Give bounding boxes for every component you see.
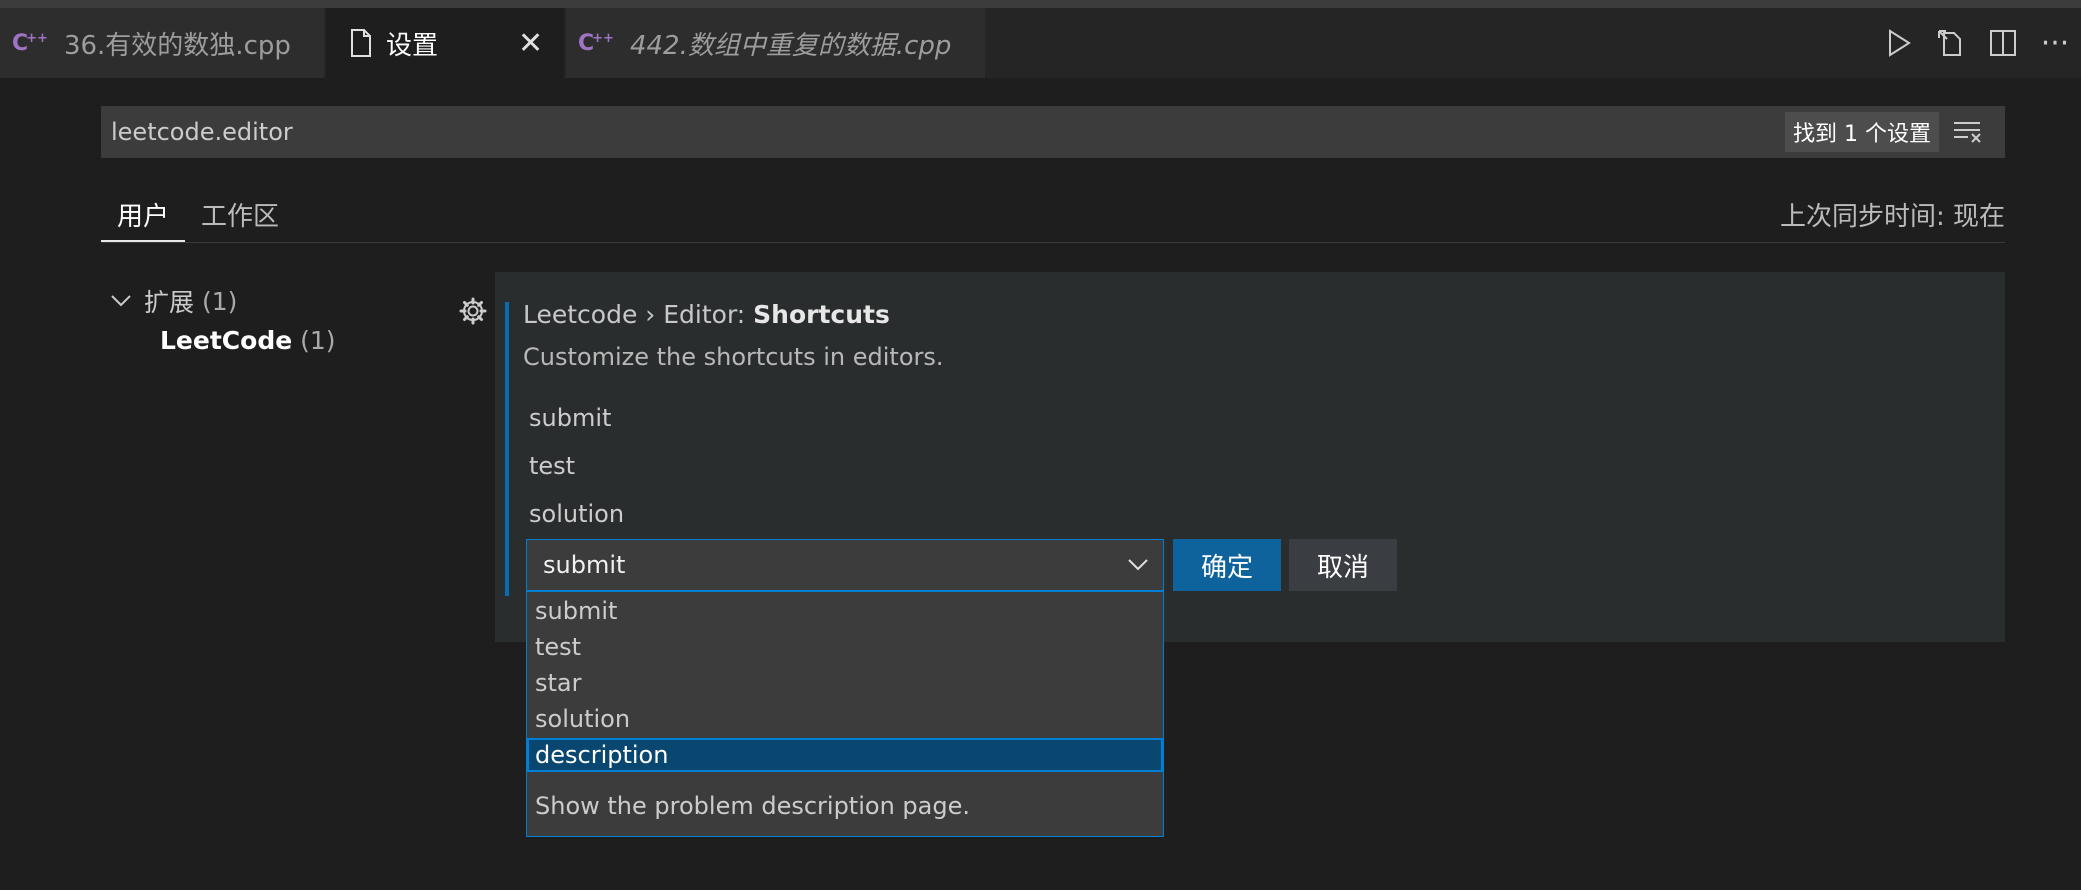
list-item[interactable]: solution [529,500,624,528]
toc-extensions[interactable]: 扩展 (1) [110,283,237,319]
tab-label: 442.数组中重复的数据.cpp [629,30,952,61]
run-icon[interactable] [1879,23,1919,63]
tab-label: 设置 [386,30,439,61]
sync-status: 上次同步时间: 现在 [1779,202,2005,232]
file-icon [350,29,372,57]
result-count-badge: 找到 1 个设置 [1785,112,1939,152]
open-preview-icon[interactable] [1931,23,1971,63]
tab-label: 36.有效的数独.cpp [63,30,291,61]
tab-sudoku-cpp[interactable]: C++ 36.有效的数独.cpp [0,8,325,78]
toc-leetcode[interactable]: LeetCode (1) [160,326,336,355]
option-description: Show the problem description page. [535,792,970,820]
dropdown-option-selected[interactable]: description [527,738,1163,772]
selected-value: submit [543,551,626,579]
dropdown-option[interactable]: submit [527,594,1163,628]
list-item[interactable]: test [529,452,575,480]
cpp-file-icon: C++ [578,30,614,56]
chevron-down-icon [1127,558,1149,572]
settings-search-bar: 找到 1 个设置 [101,106,2005,158]
gear-icon[interactable] [458,296,488,326]
list-item[interactable]: submit [529,404,611,432]
shortcut-select[interactable]: submit [526,539,1164,591]
active-scope-indicator [101,240,185,242]
toc-leetcode-label: LeetCode [160,326,293,355]
setting-description: Customize the shortcuts in editors. [523,343,944,371]
cancel-button[interactable]: 取消 [1289,539,1397,591]
cpp-file-icon: C++ [12,30,48,56]
close-icon[interactable]: ✕ [518,26,543,61]
tab-workspace[interactable]: 工作区 [201,196,279,233]
setting-name: Shortcuts [753,300,890,329]
split-editor-icon[interactable] [1983,23,2023,63]
more-icon[interactable]: ··· [2035,23,2075,63]
tab-user[interactable]: 用户 [117,196,169,233]
search-input[interactable] [101,106,1786,158]
modified-indicator-bar [505,302,509,596]
clear-filter-icon[interactable] [1953,120,1983,144]
tab-duplicates-cpp[interactable]: C++ 442.数组中重复的数据.cpp [566,8,986,78]
toc-extensions-count: (1) [202,286,238,316]
ok-button[interactable]: 确定 [1173,539,1281,591]
toc-leetcode-count: (1) [300,326,336,355]
tab-settings[interactable]: 设置 ✕ [326,8,565,78]
editor-tab-bar: C++ 36.有效的数独.cpp 设置 ✕ C++ 442.数组中重复的数据.c… [0,8,2081,78]
select-dropdown: submit test star solution description Sh… [526,591,1164,837]
dropdown-option[interactable]: solution [527,702,1163,736]
setting-title: Leetcode › Editor: Shortcuts [523,300,890,329]
toc-extensions-label: 扩展 [144,288,195,317]
dropdown-option[interactable]: star [527,666,1163,700]
chevron-down-icon [110,294,132,308]
title-strip [0,0,2081,8]
setting-category: Leetcode › Editor: [523,300,754,329]
editor-actions: ··· [1867,8,2081,78]
dropdown-option[interactable]: test [527,630,1163,664]
scope-divider [101,242,2005,243]
